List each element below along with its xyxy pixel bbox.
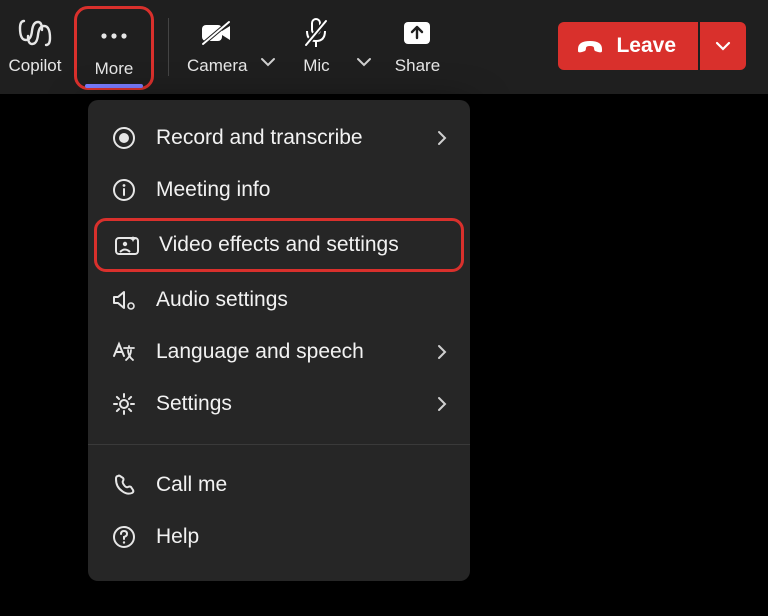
menu-item-video-effects[interactable]: Video effects and settings — [94, 218, 464, 272]
leave-control: Leave — [558, 0, 760, 70]
meeting-toolbar: Copilot More Camera — [0, 0, 768, 94]
chevron-down-icon — [260, 57, 276, 67]
more-icon — [97, 19, 131, 53]
chevron-down-icon — [356, 57, 372, 67]
menu-item-call-me[interactable]: Call me — [88, 459, 470, 511]
menu-separator — [88, 444, 470, 445]
menu-item-language[interactable]: Language and speech — [88, 326, 470, 378]
leave-button[interactable]: Leave — [558, 22, 698, 70]
menu-item-help[interactable]: Help — [88, 511, 470, 563]
copilot-label: Copilot — [9, 56, 62, 76]
more-menu: Record and transcribe Meeting info Video… — [88, 100, 470, 581]
more-active-indicator — [85, 84, 143, 88]
menu-item-record[interactable]: Record and transcribe — [88, 112, 470, 164]
leave-options-button[interactable] — [700, 22, 746, 70]
mic-button[interactable]: Mic — [281, 0, 351, 94]
menu-label: Video effects and settings — [159, 233, 445, 257]
toolbar-divider — [168, 18, 169, 76]
chevron-right-icon — [436, 343, 448, 361]
audio-settings-icon — [110, 286, 138, 314]
menu-label: Audio settings — [156, 288, 448, 312]
info-icon — [110, 176, 138, 204]
gear-icon — [110, 390, 138, 418]
menu-label: Settings — [156, 392, 436, 416]
mic-control: Mic — [281, 0, 377, 94]
language-icon — [110, 338, 138, 366]
copilot-button[interactable]: Copilot — [0, 0, 70, 94]
phone-icon — [110, 471, 138, 499]
menu-item-settings[interactable]: Settings — [88, 378, 470, 430]
hangup-icon — [576, 37, 604, 55]
share-icon — [401, 16, 433, 50]
mic-off-icon — [301, 16, 331, 50]
menu-label: Meeting info — [156, 178, 448, 202]
camera-button[interactable]: Camera — [179, 0, 255, 94]
help-icon — [110, 523, 138, 551]
chevron-right-icon — [436, 395, 448, 413]
camera-label: Camera — [187, 56, 247, 76]
more-button[interactable]: More — [74, 6, 154, 90]
mic-options-button[interactable] — [351, 0, 377, 94]
share-button[interactable]: Share — [377, 0, 457, 94]
leave-label: Leave — [616, 34, 676, 58]
menu-item-audio-settings[interactable]: Audio settings — [88, 274, 470, 326]
mic-label: Mic — [303, 56, 329, 76]
menu-label: Record and transcribe — [156, 126, 436, 150]
video-effects-icon — [113, 231, 141, 259]
menu-item-meeting-info[interactable]: Meeting info — [88, 164, 470, 216]
share-label: Share — [395, 56, 440, 76]
copilot-icon — [18, 16, 52, 50]
more-label: More — [95, 59, 134, 79]
camera-control: Camera — [179, 0, 281, 94]
camera-options-button[interactable] — [255, 0, 281, 94]
camera-off-icon — [199, 16, 235, 50]
record-icon — [110, 124, 138, 152]
menu-label: Language and speech — [156, 340, 436, 364]
menu-label: Call me — [156, 473, 448, 497]
chevron-down-icon — [714, 40, 732, 52]
menu-label: Help — [156, 525, 448, 549]
chevron-right-icon — [436, 129, 448, 147]
